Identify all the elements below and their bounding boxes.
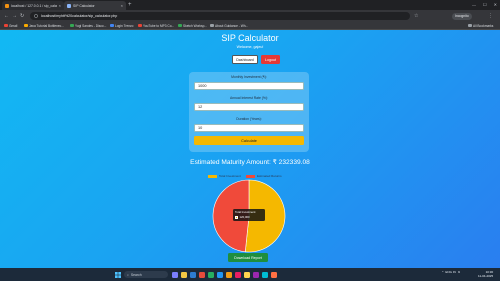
edge-icon[interactable] xyxy=(190,271,196,278)
tooltip-swatch xyxy=(235,215,238,219)
maximize-icon[interactable]: ☐ xyxy=(483,0,487,9)
chevron-up-icon[interactable]: ^ xyxy=(442,270,443,274)
page-title: SIP Calculator xyxy=(221,33,279,43)
address-bar[interactable]: localhost/myhtt%20calculator/sip_calcula… xyxy=(30,12,410,20)
incognito-profile-button[interactable]: Incognito xyxy=(452,12,472,20)
search-icon: ⌕ xyxy=(127,272,129,277)
calculate-button[interactable]: Calculate xyxy=(194,136,304,145)
tab-phpmyadmin[interactable]: localhost / 127.0.0.1 / sip_calcu... × xyxy=(2,1,64,10)
monthly-investment-label: Monthly Investment (₹): xyxy=(231,75,267,79)
legend-label: Total Investment xyxy=(219,174,241,178)
address-toolbar: ← → ↻ localhost/myhtt%20calculator/sip_c… xyxy=(0,10,500,22)
bookmark-favicon-icon xyxy=(178,23,182,28)
welcome-message: Welcome, gajeu! xyxy=(236,45,264,49)
sip-calculator-page: SIP Calculator Welcome, gajeu! Dashboard… xyxy=(0,30,500,268)
bookmark-item[interactable]: YouTube to MP3 Co... xyxy=(138,24,174,28)
tab-label: SIP Calculator xyxy=(73,3,95,8)
system-tray[interactable]: ^ ENG IN ≋ xyxy=(442,270,460,274)
maturity-result: Estimated Maturity Amount: ₹ 232339.08 xyxy=(190,159,310,166)
interest-rate-input[interactable] xyxy=(194,103,304,111)
bookmark-label: Gmail xyxy=(9,23,18,28)
app-icon[interactable] xyxy=(199,271,205,278)
all-bookmarks-label: All Bookmarks xyxy=(473,23,494,28)
bookmark-favicon-icon xyxy=(110,23,114,28)
chart-tooltip: Total Investment 120,000 xyxy=(233,209,265,221)
language-indicator[interactable]: ENG IN xyxy=(445,270,455,274)
bookmark-item[interactable]: Java Tutorial Bottlenec... xyxy=(24,24,64,28)
all-bookmarks-button[interactable]: All Bookmarks xyxy=(468,24,493,28)
file-explorer-icon[interactable] xyxy=(181,271,187,278)
tooltip-value: 120,000 xyxy=(239,215,250,219)
new-tab-button[interactable]: + xyxy=(128,1,132,9)
search-placeholder: Search xyxy=(130,272,142,277)
bookmark-item[interactable]: About Guidance - Wh... xyxy=(210,24,248,28)
bookmarks-bar: Gmail Java Tutorial Bottlenec... Yugi Sa… xyxy=(0,22,500,30)
task-view-icon[interactable] xyxy=(172,271,178,278)
site-info-icon[interactable] xyxy=(34,14,38,18)
monthly-investment-input[interactable] xyxy=(194,82,304,90)
vscode-icon[interactable] xyxy=(217,271,223,278)
bookmark-favicon-icon xyxy=(70,23,74,28)
tab-label: localhost / 127.0.0.1 / sip_calcu... xyxy=(11,3,57,8)
forward-arrow-icon[interactable]: → xyxy=(12,12,17,20)
window-controls: — ☐ ✕ xyxy=(472,0,497,9)
bookmark-star-icon[interactable]: ☆ xyxy=(414,12,418,20)
download-report-button[interactable]: Download Report xyxy=(228,253,268,262)
app-icon[interactable] xyxy=(271,271,277,278)
duration-label: Duration (Years): xyxy=(236,117,262,121)
legend-label: Estimated Returns xyxy=(257,174,282,178)
browser-menu-icon[interactable]: ⋮ xyxy=(488,12,493,20)
close-tab-icon[interactable]: × xyxy=(59,3,61,8)
bookmark-label: Yugi Sandes - Disco... xyxy=(75,23,107,28)
duration-input[interactable] xyxy=(194,124,304,132)
bookmark-label: Java Tutorial Bottlenec... xyxy=(29,23,64,28)
phpmyadmin-favicon-icon xyxy=(5,3,9,8)
bookmark-label: Login Trenzo xyxy=(115,23,134,28)
bookmark-item[interactable]: Login Trenzo xyxy=(110,24,133,28)
app-icon[interactable] xyxy=(226,271,232,278)
bookmark-label: YouTube to MP3 Co... xyxy=(143,23,175,28)
page-favicon-icon xyxy=(67,3,71,8)
minimize-icon[interactable]: — xyxy=(472,0,476,9)
tooltip-title: Total Investment xyxy=(235,210,256,214)
bookmark-label: About Guidance - Wh... xyxy=(215,23,249,28)
close-tab-icon[interactable]: × xyxy=(121,3,123,8)
bookmark-favicon-icon xyxy=(24,23,28,28)
wifi-icon[interactable]: ≋ xyxy=(458,270,461,274)
logout-button[interactable]: Logout xyxy=(261,55,280,64)
bookmark-item[interactable]: Sketch Worksp... xyxy=(178,24,207,28)
sip-form: Monthly Investment (₹): Annual Interest … xyxy=(189,72,309,152)
app-icon[interactable] xyxy=(262,271,268,278)
folder-icon xyxy=(468,23,472,28)
back-arrow-icon[interactable]: ← xyxy=(4,12,9,20)
interest-rate-label: Annual Interest Rate (%): xyxy=(229,96,269,100)
bookmark-item[interactable]: Yugi Sandes - Disco... xyxy=(70,24,106,28)
browser-tab-bar: localhost / 127.0.0.1 / sip_calcu... × S… xyxy=(0,0,500,10)
close-window-icon[interactable]: ✕ xyxy=(494,0,497,9)
windows-start-icon[interactable] xyxy=(115,271,121,278)
taskbar-search[interactable]: ⌕ Search xyxy=(124,271,168,278)
taskbar: ⌕ Search ^ ENG IN ≋ 10:30 11-04-2025 xyxy=(0,268,500,281)
legend-item-returns[interactable]: Estimated Returns xyxy=(246,174,282,178)
legend-item-investment[interactable]: Total Investment xyxy=(208,174,241,178)
legend-swatch xyxy=(246,174,255,178)
chrome-icon[interactable] xyxy=(244,271,250,278)
app-icon[interactable] xyxy=(235,271,241,278)
taskbar-clock[interactable]: 10:30 11-04-2025 xyxy=(478,270,493,278)
bookmark-favicon-icon xyxy=(138,23,142,28)
url-text: localhost/myhtt%20calculator/sip_calcula… xyxy=(41,14,118,18)
date-text: 11-04-2025 xyxy=(478,274,494,279)
app-icon[interactable] xyxy=(253,271,259,278)
bookmark-item[interactable]: Gmail xyxy=(4,24,17,28)
bookmark-label: Sketch Worksp... xyxy=(183,23,208,28)
legend-swatch xyxy=(208,174,217,178)
bookmark-favicon-icon xyxy=(210,23,214,28)
bookmark-favicon-icon xyxy=(4,23,8,28)
tab-sip-calculator[interactable]: SIP Calculator × xyxy=(64,1,126,10)
reload-icon[interactable]: ↻ xyxy=(20,12,24,20)
app-icon[interactable] xyxy=(208,271,214,278)
dashboard-button[interactable]: Dashboard xyxy=(232,55,258,64)
